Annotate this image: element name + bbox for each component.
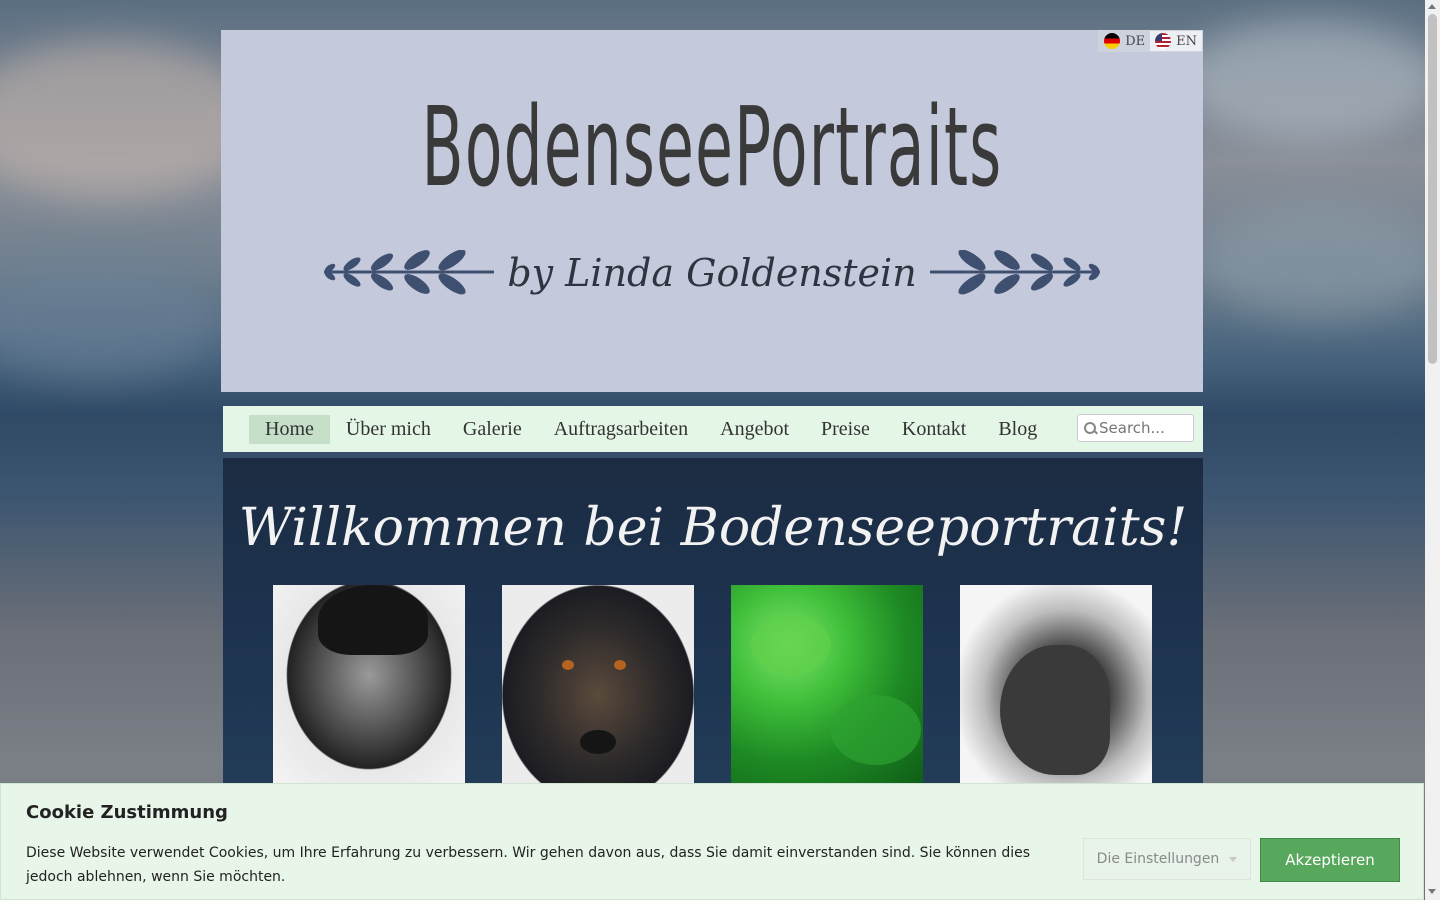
laurel-right-icon: [927, 250, 1102, 296]
scrollbar-thumb[interactable]: [1428, 14, 1437, 364]
horse-portrait-thumbnail[interactable]: [960, 585, 1152, 785]
search-box: [1077, 414, 1194, 442]
nav-item-commissions[interactable]: Auftragsarbeiten: [538, 415, 704, 444]
site-title[interactable]: BodenseePortraits: [408, 92, 1017, 202]
dog-portrait-thumbnail[interactable]: [502, 585, 694, 785]
us-flag-icon: [1155, 33, 1172, 49]
german-flag-icon: [1104, 33, 1121, 49]
search-input[interactable]: [1097, 418, 1193, 438]
cookie-settings-button[interactable]: Die Einstellungen: [1083, 838, 1251, 880]
language-label: EN: [1176, 33, 1197, 49]
byline: by Linda Goldenstein: [507, 251, 917, 295]
scroll-down-icon[interactable]: [1428, 889, 1436, 894]
nav-item-contact[interactable]: Kontakt: [886, 415, 982, 444]
cookie-title: Cookie Zustimmung: [26, 802, 228, 823]
nav-item-blog[interactable]: Blog: [982, 415, 1053, 444]
site-header: DE EN BodenseePortraits by Linda Goldens…: [221, 30, 1203, 392]
nav-list: Home Über mich Galerie Auftragsarbeiten …: [249, 414, 1053, 444]
leaves-drawing-thumbnail[interactable]: [731, 585, 923, 785]
thumbnail-row: [273, 585, 1152, 785]
background-cloud: [1180, 20, 1440, 140]
background-cloud: [1200, 200, 1440, 320]
cookie-text: Diese Website verwendet Cookies, um Ihre…: [26, 845, 1031, 885]
language-label: DE: [1125, 33, 1146, 49]
search-icon: [1084, 422, 1096, 434]
nav-item-about[interactable]: Über mich: [330, 415, 447, 444]
nav-item-home[interactable]: Home: [249, 414, 330, 444]
nav-item-prices[interactable]: Preise: [805, 415, 886, 444]
scroll-up-icon[interactable]: [1428, 4, 1436, 9]
byline-row: by Linda Goldenstein: [221, 248, 1203, 298]
nav-item-gallery[interactable]: Galerie: [447, 415, 538, 444]
main-navigation: Home Über mich Galerie Auftragsarbeiten …: [223, 406, 1203, 452]
welcome-heading: Willkommen bei Bodenseeportraits!: [238, 498, 1188, 558]
cookie-accept-button[interactable]: Akzeptieren: [1260, 838, 1400, 882]
chevron-down-icon: [1229, 856, 1238, 862]
language-de[interactable]: DE: [1099, 31, 1151, 51]
nav-item-offer[interactable]: Angebot: [704, 415, 805, 444]
background-cloud: [0, 260, 220, 380]
elvis-portrait-thumbnail[interactable]: [273, 585, 465, 785]
cookie-banner: Cookie Zustimmung Diese Website verwende…: [0, 783, 1424, 900]
language-en[interactable]: EN: [1150, 31, 1202, 51]
cookie-settings-label: Die Einstellungen: [1096, 851, 1220, 867]
page-scrollbar[interactable]: [1425, 0, 1440, 900]
laurel-left-icon: [322, 250, 497, 296]
language-switcher: DE EN: [1098, 30, 1203, 52]
